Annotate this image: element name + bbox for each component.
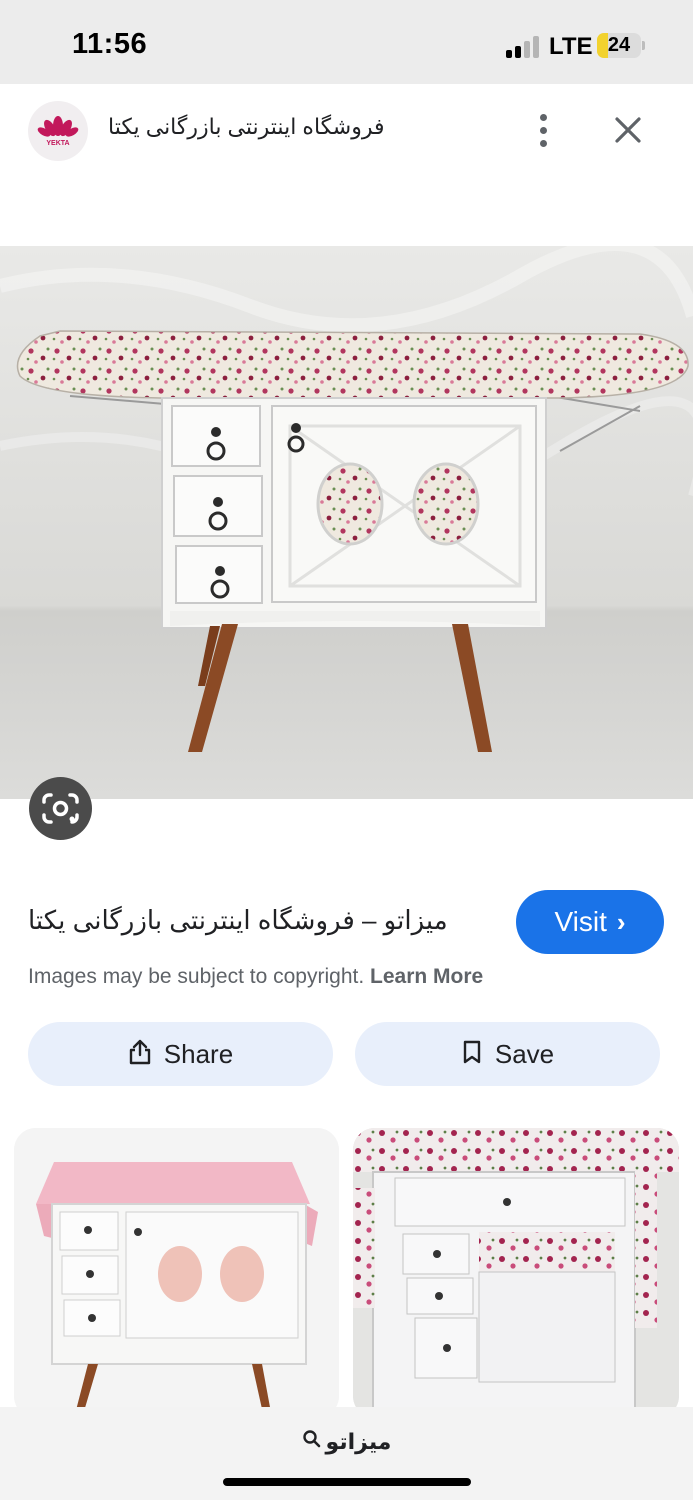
save-button[interactable]: Save [355, 1022, 660, 1086]
network-type: LTE [549, 33, 593, 60]
battery-icon: 24 [597, 33, 641, 58]
copyright-text: Images may be subject to copyright. [28, 965, 365, 988]
chevron-right-icon: › [616, 907, 626, 937]
bookmark-icon [461, 1039, 483, 1070]
home-indicator [223, 1478, 471, 1486]
visit-label: Visit [554, 906, 607, 937]
visit-button[interactable]: Visit › [516, 890, 664, 954]
battery-tip [642, 41, 645, 50]
more-vertical-icon[interactable] [523, 108, 563, 152]
share-button[interactable]: Share [28, 1022, 333, 1086]
share-icon [128, 1038, 152, 1071]
result-title[interactable]: میزاتو – فروشگاه اینترنتی بازرگانی یکتا [28, 905, 488, 936]
related-image-2[interactable] [353, 1128, 679, 1418]
copyright-notice: Images may be subject to copyright. Lear… [28, 965, 483, 989]
share-label: Share [163, 1038, 234, 1069]
site-title[interactable]: فروشگاه اینترنتی بازرگانی یکتا [108, 114, 428, 140]
search-query-text: میزاتو [325, 1429, 392, 1454]
signal-icon [506, 36, 542, 58]
search-icon [302, 1429, 322, 1455]
search-query[interactable]: میزاتو [0, 1429, 693, 1455]
logo-text: YEKTA [46, 140, 69, 147]
google-lens-icon[interactable] [29, 777, 92, 840]
status-bar: 11:56 LTE 24 [0, 0, 693, 84]
lotus-logo-icon[interactable]: YEKTA [28, 101, 88, 161]
related-image-1[interactable] [14, 1128, 339, 1418]
learn-more-link[interactable]: Learn More [370, 965, 483, 988]
bottom-search-bar[interactable]: میزاتو [0, 1407, 693, 1500]
status-time: 11:56 [72, 28, 148, 60]
main-image[interactable] [0, 246, 693, 799]
source-header: YEKTA فروشگاه اینترنتی بازرگانی یکتا [0, 84, 693, 176]
save-label: Save [494, 1038, 555, 1069]
battery-level: 24 [607, 34, 631, 56]
close-icon[interactable] [606, 108, 650, 152]
